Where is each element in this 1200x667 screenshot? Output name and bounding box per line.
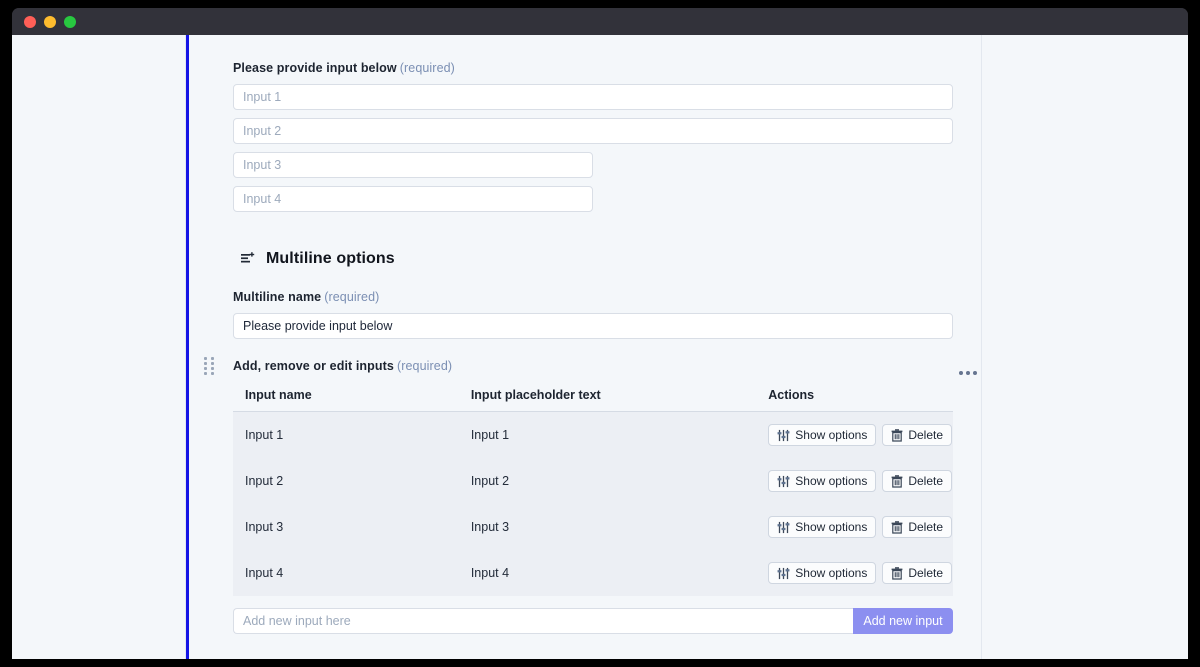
delete-label: Delete [908, 520, 943, 534]
add-new-input-field[interactable] [233, 608, 853, 634]
column-header-input-name: Input name [233, 382, 459, 412]
sliders-icon [777, 475, 790, 488]
multiline-name-required-tag: (required) [324, 290, 380, 304]
cell-input-placeholder: Input 1 [458, 411, 757, 458]
column-header-actions: Actions [756, 382, 953, 412]
cell-input-name: Input 1 [233, 411, 459, 458]
delete-label: Delete [908, 566, 943, 580]
show-options-label: Show options [795, 428, 868, 442]
section-title: Multiline options [266, 250, 395, 267]
inputs-table-head: Input name Input placeholder text Action… [233, 382, 953, 412]
show-options-button[interactable]: Show options [768, 516, 877, 538]
main-content: Please provide input below (required) In… [233, 35, 981, 659]
add-new-input-button[interactable]: Add new input [853, 608, 953, 634]
cell-actions: Show options Delete [756, 550, 953, 596]
show-options-button[interactable]: Show options [768, 470, 877, 492]
inputs-table-required-tag: (required) [396, 359, 453, 373]
sliders-icon [777, 429, 790, 442]
preview-required-tag: (required) [399, 61, 455, 75]
kebab-menu-icon[interactable] [955, 367, 981, 379]
preview-label: Please provide input below (required) [233, 61, 953, 75]
app-window: Please provide input below (required) In… [12, 8, 1188, 659]
preview-input-2[interactable] [233, 118, 953, 144]
add-new-input-row: Add new input [233, 608, 953, 634]
preview-input-1[interactable] [233, 84, 953, 110]
sliders-icon [777, 521, 790, 534]
cell-input-name: Input 4 [233, 550, 459, 596]
multiline-name-label-text: Multiline name [233, 290, 322, 304]
sliders-icon [777, 567, 790, 580]
column-header-input-placeholder: Input placeholder text [458, 382, 757, 412]
section-header: Multiline options [240, 250, 953, 268]
window-zoom-button[interactable] [64, 15, 76, 28]
cell-actions: Show options Delete [756, 458, 953, 504]
cell-actions: Show options Delete [756, 504, 953, 550]
trash-icon [891, 428, 903, 442]
show-options-label: Show options [795, 520, 868, 534]
cell-input-placeholder: Input 4 [458, 550, 757, 596]
right-panel [981, 35, 1188, 659]
trash-icon [891, 520, 903, 534]
cell-input-placeholder: Input 3 [458, 504, 757, 550]
window-titlebar [12, 8, 1188, 35]
delete-button[interactable]: Delete [882, 470, 952, 492]
window-minimize-button[interactable] [44, 15, 56, 28]
inputs-table-label: Add, remove or edit inputs (required) [233, 359, 953, 373]
inputs-table-label-text: Add, remove or edit inputs [233, 359, 394, 373]
cell-input-name: Input 2 [233, 458, 459, 504]
cell-actions: Show options Delete [756, 411, 953, 458]
delete-button[interactable]: Delete [882, 562, 952, 584]
multiline-add-icon [240, 251, 256, 267]
table-row: Input 1 Input 1 Show options Delete [233, 411, 953, 458]
preview-input-3[interactable] [233, 152, 593, 178]
inputs-table: Input name Input placeholder text Action… [233, 382, 953, 596]
show-options-button[interactable]: Show options [768, 562, 877, 584]
show-options-label: Show options [795, 474, 868, 488]
table-header-row: Input name Input placeholder text Action… [233, 382, 953, 412]
table-row: Input 2 Input 2 Show options Delete [233, 458, 953, 504]
multiline-name-input[interactable] [233, 313, 953, 339]
window-close-button[interactable] [24, 15, 36, 28]
delete-label: Delete [908, 428, 943, 442]
multiline-name-block: Multiline name (required) [233, 290, 953, 339]
show-options-button[interactable]: Show options [768, 424, 877, 446]
trash-icon [891, 474, 903, 488]
delete-button[interactable]: Delete [882, 424, 952, 446]
preview-label-text: Please provide input below [233, 61, 397, 75]
trash-icon [891, 566, 903, 580]
table-row: Input 3 Input 3 Show options Delete [233, 504, 953, 550]
multiline-name-label: Multiline name (required) [233, 290, 953, 304]
cell-input-name: Input 3 [233, 504, 459, 550]
table-row: Input 4 Input 4 Show options Delete [233, 550, 953, 596]
preview-block: Please provide input below (required) [233, 61, 953, 212]
inputs-table-block: Add, remove or edit inputs (required) Inp… [233, 359, 977, 634]
show-options-label: Show options [795, 566, 868, 580]
delete-label: Delete [908, 474, 943, 488]
preview-input-4[interactable] [233, 186, 593, 212]
cell-input-placeholder: Input 2 [458, 458, 757, 504]
page-viewport: Please provide input below (required) In… [12, 35, 1188, 659]
drag-handle-icon[interactable] [204, 357, 214, 377]
delete-button[interactable]: Delete [882, 516, 952, 538]
inputs-table-body: Input 1 Input 1 Show options Delete Inpu… [233, 411, 953, 596]
left-panel [12, 35, 186, 659]
row-gutter [189, 35, 233, 659]
